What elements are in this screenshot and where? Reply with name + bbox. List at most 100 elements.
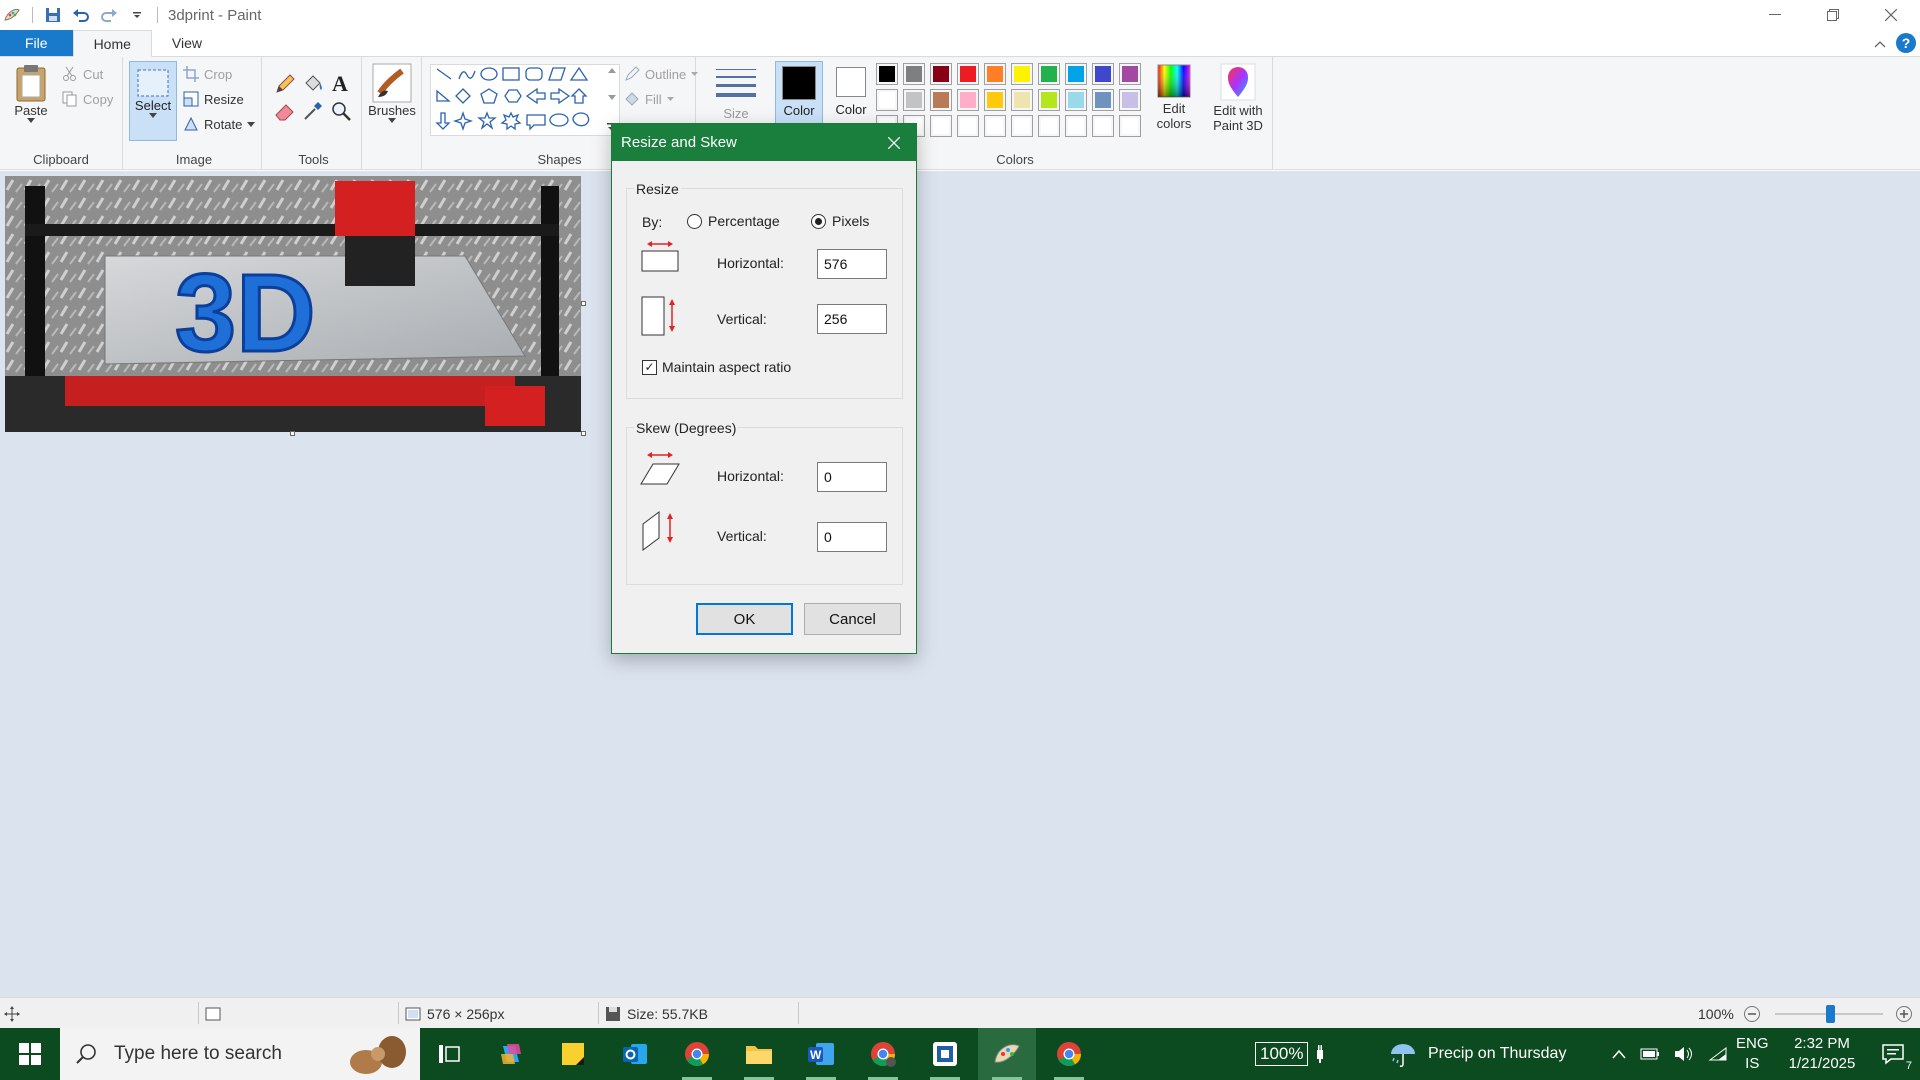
palette-swatch[interactable] bbox=[1065, 115, 1087, 137]
pixels-radio[interactable] bbox=[811, 214, 826, 229]
color2-button[interactable]: Color bbox=[828, 61, 874, 131]
edit-colors-button[interactable]: Edit colors bbox=[1148, 63, 1200, 131]
select-button[interactable]: Select bbox=[129, 61, 177, 141]
palette-swatch[interactable] bbox=[876, 89, 898, 111]
redo-icon[interactable] bbox=[99, 5, 119, 25]
taskbar-copilot[interactable] bbox=[482, 1028, 540, 1080]
battery-icon[interactable] bbox=[1640, 1047, 1660, 1061]
start-button[interactable] bbox=[0, 1028, 60, 1080]
skew-horizontal-input[interactable] bbox=[817, 462, 887, 492]
taskbar-file-explorer[interactable] bbox=[730, 1028, 788, 1080]
taskbar-word[interactable]: W bbox=[792, 1028, 850, 1080]
cancel-button[interactable]: Cancel bbox=[804, 603, 901, 635]
cut-button[interactable]: Cut bbox=[62, 66, 103, 82]
weather-widget[interactable]: Precip on Thursday bbox=[1388, 1028, 1566, 1080]
palette-swatch[interactable] bbox=[1119, 63, 1141, 85]
show-hidden-icons-icon[interactable] bbox=[1612, 1049, 1626, 1059]
taskbar-sticky-notes[interactable] bbox=[544, 1028, 602, 1080]
taskbar-snipping-tool[interactable] bbox=[916, 1028, 974, 1080]
palette-swatch[interactable] bbox=[1092, 63, 1114, 85]
volume-icon[interactable] bbox=[1674, 1046, 1694, 1062]
tab-file[interactable]: File bbox=[0, 30, 73, 56]
maintain-aspect-checkbox[interactable]: ✓ bbox=[642, 360, 657, 375]
close-window-button[interactable] bbox=[1862, 0, 1920, 30]
resize-vertical-input[interactable] bbox=[817, 304, 887, 334]
zoom-out-button[interactable] bbox=[1743, 998, 1761, 1029]
palette-swatch[interactable] bbox=[984, 115, 1006, 137]
taskbar-search[interactable]: Type here to search bbox=[60, 1028, 420, 1080]
eraser-icon[interactable] bbox=[274, 100, 296, 125]
paint-app-icon[interactable] bbox=[2, 5, 22, 25]
percentage-label[interactable]: Percentage bbox=[708, 213, 780, 229]
palette-swatch[interactable] bbox=[1038, 89, 1060, 111]
wifi-icon[interactable] bbox=[1708, 1046, 1728, 1062]
palette-swatch[interactable] bbox=[984, 89, 1006, 111]
customize-qa-icon[interactable] bbox=[127, 5, 147, 25]
battery-indicator[interactable]: 100% bbox=[1255, 1028, 1326, 1080]
palette-swatch[interactable] bbox=[1119, 89, 1141, 111]
palette-swatch[interactable] bbox=[957, 63, 979, 85]
maintain-aspect-label[interactable]: Maintain aspect ratio bbox=[662, 359, 791, 375]
magnifier-icon[interactable] bbox=[330, 100, 352, 125]
paste-button[interactable]: Paste bbox=[8, 63, 54, 123]
percentage-radio[interactable] bbox=[687, 214, 702, 229]
edit-with-paint3d-button[interactable]: Edit with Paint 3D bbox=[1210, 63, 1266, 133]
palette-swatch[interactable] bbox=[1065, 89, 1087, 111]
tab-view[interactable]: View bbox=[152, 30, 222, 56]
rotate-button[interactable]: Rotate bbox=[183, 116, 256, 132]
taskbar-chrome-1[interactable] bbox=[668, 1028, 726, 1080]
crop-button[interactable]: Crop bbox=[183, 66, 232, 82]
zoom-in-button[interactable] bbox=[1895, 998, 1913, 1029]
palette-swatch[interactable] bbox=[1011, 63, 1033, 85]
palette-swatch[interactable] bbox=[930, 115, 952, 137]
color1-button[interactable]: Color bbox=[775, 61, 823, 131]
color-picker-icon[interactable] bbox=[302, 100, 324, 125]
ok-button[interactable]: OK bbox=[696, 603, 793, 635]
palette-swatch[interactable] bbox=[930, 63, 952, 85]
palette-swatch[interactable] bbox=[1011, 89, 1033, 111]
palette-swatch[interactable] bbox=[1092, 89, 1114, 111]
canvas-workspace[interactable]: 3D bbox=[0, 171, 1920, 997]
taskbar-chrome-3[interactable] bbox=[1040, 1028, 1098, 1080]
palette-swatch[interactable] bbox=[903, 63, 925, 85]
zoom-slider[interactable] bbox=[1775, 998, 1883, 1029]
palette-swatch[interactable] bbox=[876, 63, 898, 85]
palette-swatch[interactable] bbox=[1092, 115, 1114, 137]
resize-handle-bottom[interactable] bbox=[290, 431, 295, 436]
task-view-button[interactable] bbox=[420, 1028, 478, 1080]
shapes-gallery[interactable] bbox=[430, 64, 620, 136]
palette-swatch[interactable] bbox=[1065, 63, 1087, 85]
image-canvas[interactable]: 3D bbox=[5, 176, 581, 432]
undo-icon[interactable] bbox=[71, 5, 91, 25]
palette-swatch[interactable] bbox=[930, 89, 952, 111]
tab-home[interactable]: Home bbox=[72, 30, 152, 57]
palette-swatch[interactable] bbox=[1011, 115, 1033, 137]
resize-handle-right[interactable] bbox=[581, 301, 586, 306]
copy-button[interactable]: Copy bbox=[62, 91, 113, 107]
resize-horizontal-input[interactable] bbox=[817, 249, 887, 279]
notification-center[interactable]: 7 bbox=[1868, 1028, 1918, 1080]
palette-swatch[interactable] bbox=[903, 89, 925, 111]
taskbar-outlook[interactable] bbox=[606, 1028, 664, 1080]
palette-swatch[interactable] bbox=[957, 89, 979, 111]
palette-swatch[interactable] bbox=[1119, 115, 1141, 137]
skew-vertical-input[interactable] bbox=[817, 522, 887, 552]
fill-bucket-icon[interactable] bbox=[302, 73, 324, 98]
brushes-button[interactable]: Brushes bbox=[367, 63, 417, 123]
outline-button[interactable]: Outline bbox=[624, 66, 699, 82]
clock[interactable]: 2:32 PM 1/21/2025 bbox=[1778, 1028, 1866, 1080]
help-icon[interactable]: ? bbox=[1896, 33, 1916, 53]
palette-swatch[interactable] bbox=[1038, 115, 1060, 137]
size-button[interactable]: Size bbox=[712, 65, 760, 121]
palette-swatch[interactable] bbox=[984, 63, 1006, 85]
save-icon[interactable] bbox=[43, 5, 63, 25]
resize-handle-corner[interactable] bbox=[581, 431, 586, 436]
dialog-close-button[interactable] bbox=[872, 124, 916, 161]
pencil-icon[interactable] bbox=[274, 73, 296, 98]
resize-button[interactable]: Resize bbox=[183, 91, 244, 107]
language-indicator[interactable]: ENG IS bbox=[1736, 1028, 1769, 1080]
text-tool-icon[interactable]: A bbox=[330, 71, 352, 98]
palette-swatch[interactable] bbox=[957, 115, 979, 137]
palette-swatch[interactable] bbox=[1038, 63, 1060, 85]
collapse-ribbon-icon[interactable] bbox=[1874, 35, 1886, 51]
